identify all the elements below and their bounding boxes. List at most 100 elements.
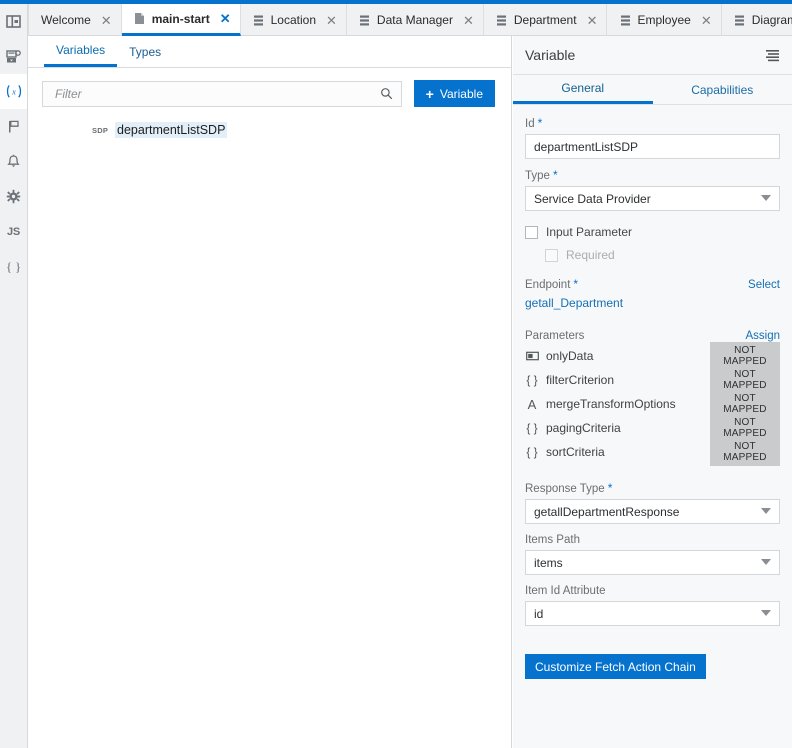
- endpoint-label-row: Endpoint *: [525, 278, 578, 291]
- object-braces-icon: { }: [526, 373, 538, 387]
- object-braces-icon: { }: [526, 421, 538, 435]
- data-icon: [359, 14, 371, 27]
- tab-label: Capabilities: [691, 82, 754, 97]
- page-icon: [134, 12, 146, 25]
- flag-icon[interactable]: [0, 109, 27, 144]
- customize-fetch-action-chain-button[interactable]: Customize Fetch Action Chain: [525, 654, 706, 679]
- close-icon[interactable]: ✕: [701, 14, 712, 27]
- item-id-attribute-label: Item Id Attribute: [525, 585, 606, 597]
- variable-name: departmentListSDP: [115, 122, 228, 138]
- parameters-assign-link[interactable]: Assign: [745, 330, 780, 342]
- subtab-variables[interactable]: Variables: [44, 36, 118, 67]
- id-label-row: Id *: [525, 117, 780, 130]
- javascript-icon-label: JS: [6, 225, 21, 238]
- status-badge: NOT MAPPED: [710, 438, 780, 466]
- response-type-label: Response Type: [525, 483, 605, 495]
- id-field-group: Id * departmentListSDP: [525, 117, 780, 159]
- close-icon[interactable]: ✕: [463, 14, 474, 27]
- boolean-icon: [525, 349, 539, 363]
- close-icon[interactable]: ✕: [220, 12, 231, 25]
- item-id-attribute-select-wrap: id: [525, 601, 780, 626]
- items-path-group: Items Path items: [525, 534, 780, 575]
- required-marker: *: [537, 116, 543, 130]
- endpoint-value-link[interactable]: getall_Department: [525, 296, 780, 310]
- required-checkbox: [545, 248, 558, 262]
- tab-label: Diagram: [751, 13, 792, 27]
- required-marker: *: [552, 168, 558, 182]
- item-id-attribute-select[interactable]: id: [525, 601, 780, 626]
- table-row[interactable]: { } sortCriteria NOT MAPPED: [525, 438, 780, 466]
- tab-general[interactable]: General: [513, 75, 653, 104]
- app-root: x JS {} Welcome ✕ main-start ✕ Location…: [0, 0, 792, 748]
- response-type-select-wrap: getallDepartmentResponse: [525, 499, 780, 524]
- type-label-row: Type *: [525, 169, 780, 182]
- javascript-icon[interactable]: JS: [0, 214, 27, 249]
- id-label: Id: [525, 118, 535, 130]
- variables-panel: Variables Types + Variable: [28, 36, 512, 748]
- tab-capabilities[interactable]: Capabilities: [653, 75, 792, 104]
- required-row: Required: [525, 248, 780, 262]
- items-path-label: Items Path: [525, 534, 580, 546]
- gear-icon[interactable]: [0, 179, 27, 214]
- subtab-types[interactable]: Types: [117, 36, 173, 67]
- close-icon[interactable]: ✕: [587, 14, 598, 27]
- add-variable-button[interactable]: + Variable: [413, 80, 495, 107]
- search-icon[interactable]: [380, 87, 393, 100]
- variables-icon[interactable]: x: [0, 74, 27, 109]
- chevron-down-icon[interactable]: [761, 195, 771, 201]
- subtab-label: Types: [129, 44, 162, 59]
- inspector-body: Id * departmentListSDP Type * Service Da…: [513, 105, 792, 679]
- json-braces-icon[interactable]: { }: [0, 249, 27, 284]
- response-type-select[interactable]: getallDepartmentResponse: [525, 499, 780, 524]
- tab-location[interactable]: Location ✕: [241, 4, 347, 36]
- variable-list: SDP departmentListSDP: [28, 107, 511, 141]
- object-braces-icon: { }: [526, 445, 538, 459]
- param-left: { } sortCriteria: [525, 445, 605, 459]
- panel-toggle-icon[interactable]: [0, 4, 27, 39]
- table-row[interactable]: { } filterCriterion NOT MAPPED: [525, 366, 780, 394]
- page-flow-icon[interactable]: [0, 39, 27, 74]
- items-path-value: items: [534, 555, 563, 570]
- chevron-down-icon[interactable]: [761, 610, 771, 616]
- close-icon[interactable]: ✕: [101, 14, 112, 27]
- response-type-group: Response Type * getallDepartmentResponse: [525, 482, 780, 524]
- svg-text:x: x: [11, 87, 16, 96]
- id-input[interactable]: departmentListSDP: [525, 134, 780, 159]
- required-label: Required: [566, 248, 615, 262]
- input-parameter-checkbox[interactable]: [525, 225, 538, 239]
- tab-diagram[interactable]: Diagram ✕: [722, 4, 792, 36]
- sdp-badge: SDP: [92, 125, 109, 135]
- string-icon: A: [527, 396, 537, 412]
- table-row[interactable]: A mergeTransformOptions NOT MAPPED: [525, 390, 780, 418]
- list-menu-icon[interactable]: [765, 48, 780, 62]
- search-input[interactable]: [53, 85, 380, 102]
- json-braces-icon-label: { }: [5, 258, 22, 274]
- table-row[interactable]: onlyData NOT MAPPED: [525, 342, 780, 370]
- list-item[interactable]: SDP departmentListSDP: [28, 119, 511, 141]
- chevron-down-icon[interactable]: [761, 508, 771, 514]
- param-left: { } filterCriterion: [525, 373, 614, 387]
- type-select-wrap: Service Data Provider: [525, 186, 780, 211]
- required-marker: *: [573, 277, 579, 291]
- endpoint-header: Endpoint * Select: [525, 278, 780, 291]
- items-path-select[interactable]: items: [525, 550, 780, 575]
- input-parameter-row[interactable]: Input Parameter: [525, 225, 780, 239]
- tab-welcome[interactable]: Welcome ✕: [28, 4, 122, 36]
- table-row[interactable]: { } pagingCriteria NOT MAPPED: [525, 414, 780, 442]
- item-id-attribute-label-row: Item Id Attribute: [525, 585, 780, 597]
- tab-main-start[interactable]: main-start ✕: [121, 4, 241, 36]
- type-select[interactable]: Service Data Provider: [525, 186, 780, 211]
- close-icon[interactable]: ✕: [326, 14, 337, 27]
- chevron-down-icon[interactable]: [761, 559, 771, 565]
- data-icon: [734, 14, 746, 27]
- tab-data-manager[interactable]: Data Manager ✕: [347, 4, 484, 36]
- response-type-value: getallDepartmentResponse: [534, 504, 680, 519]
- tab-employee[interactable]: Employee ✕: [607, 4, 722, 36]
- tab-department[interactable]: Department ✕: [484, 4, 608, 36]
- endpoint-select-link[interactable]: Select: [748, 279, 780, 291]
- filter-field[interactable]: [42, 80, 402, 107]
- param-name: sortCriteria: [546, 445, 605, 459]
- tab-label: main-start: [151, 11, 210, 26]
- bell-icon[interactable]: [0, 144, 27, 179]
- param-name: pagingCriteria: [546, 421, 621, 435]
